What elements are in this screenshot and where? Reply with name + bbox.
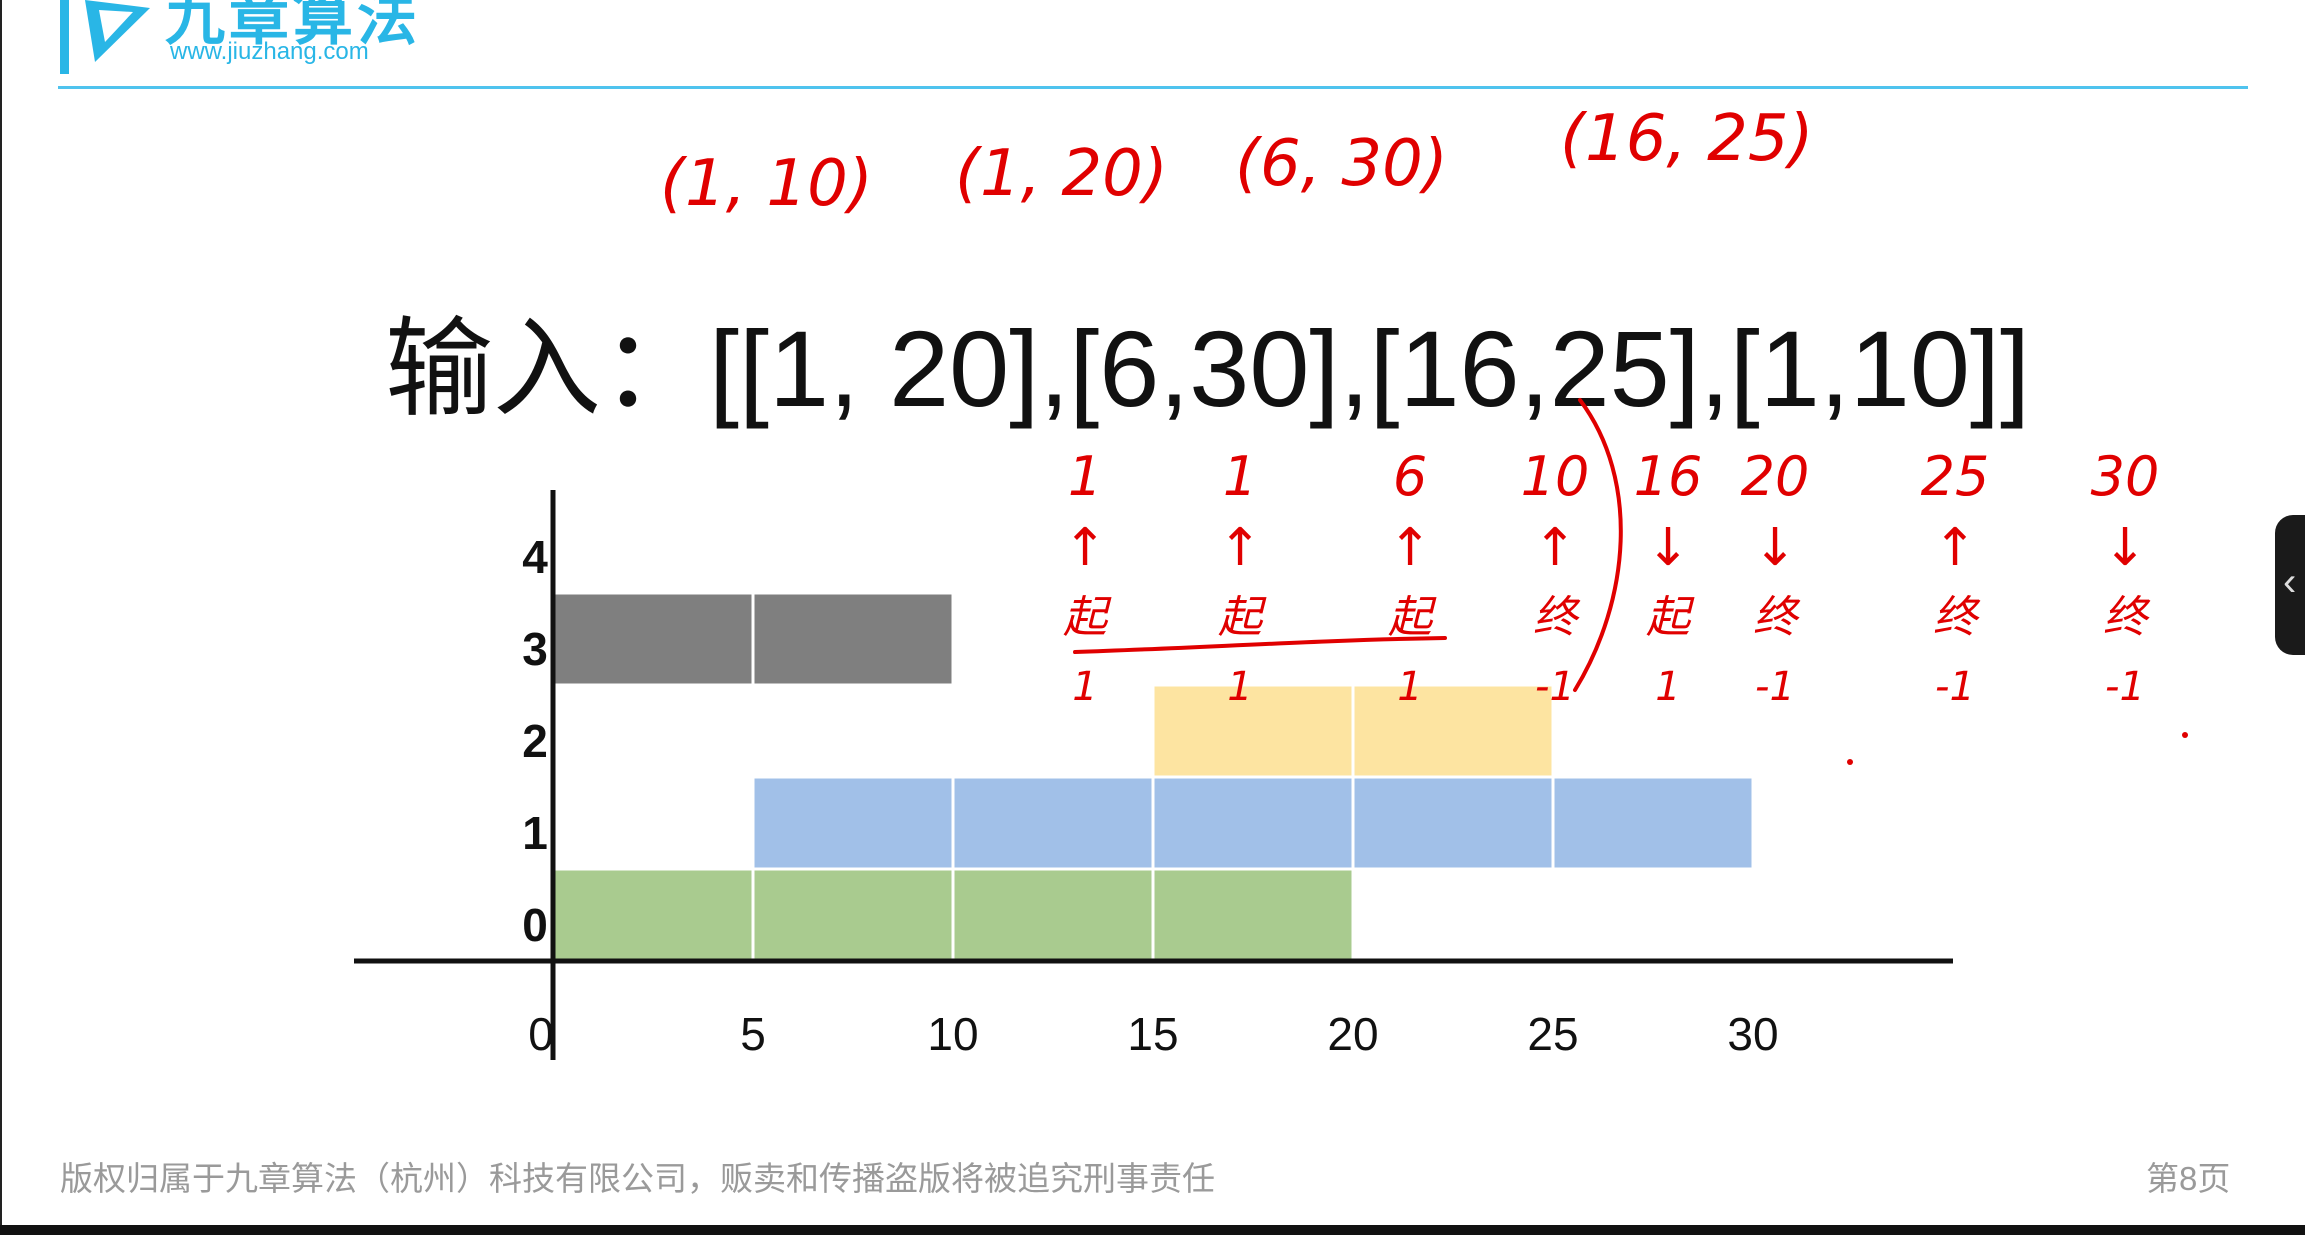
ink-interval-pair: (6, 30) [1235,127,1448,201]
ink-event-delta: 1 [1227,664,1252,710]
ink-arrow: ↑ [1388,518,1432,578]
ink-arrow: ↑ [1533,518,1577,578]
ink-arrow: ↑ [1933,518,1977,578]
ink-arrow: ↓ [2103,518,2147,578]
ink-event-value: 25 [1921,445,1990,508]
ink-interval-pair: (1, 20) [955,137,1168,211]
ink-arrow: ↓ [1646,518,1690,578]
slide: 九章算法 www.jiuzhang.com 输入：[[1, 20],[6,30]… [0,0,2305,1235]
page-number: 第8页 [2146,1160,2231,1197]
ink-arrow: ↑ [1218,518,1262,578]
ink-arrow: ↑ [1063,518,1107,578]
ink-event-kind: 终 [1533,592,1581,643]
ink-event-kind: 终 [1753,592,1801,643]
ink-event-kind: 终 [1933,592,1981,643]
ink-event-value: 1 [1068,445,1102,508]
ink-event-kind: 起 [1388,592,1437,643]
ink-event-delta: -1 [1755,664,1795,710]
ink-event-delta: -1 [1535,664,1575,710]
bottom-bar [0,1225,2305,1235]
ink-event-value: 20 [1741,445,1810,508]
ink-event-value: 10 [1521,445,1590,508]
ink-event-delta: 1 [1655,664,1680,710]
ink-event-kind: 起 [1646,592,1695,643]
ink-dot [2182,732,2188,738]
ink-interval-pair: (1, 10) [660,147,873,221]
ink-event-delta: -1 [2105,664,2145,710]
chevron-left-icon: ‹ [2283,560,2297,604]
ink-event-kind: 起 [1218,592,1267,643]
ink-arrow: ↓ [1753,518,1797,578]
ink-event-value: 16 [1634,445,1703,508]
ink-event-value: 6 [1393,445,1427,508]
side-panel-toggle[interactable]: ‹ [2275,515,2305,655]
ink-separator [1573,398,1623,692]
ink-dot [1847,759,1853,765]
copyright-notice: 版权归属于九章算法（杭州）科技有限公司，贩卖和传播盗版将被追究刑事责任 [60,1160,1215,1197]
ink-event-delta: -1 [1935,664,1975,710]
handwritten-annotations: (1, 10) (1, 20) (6, 30) (16, 25) 1↑起11↑起16↑… [660,102,2188,765]
ink-event-delta: 1 [1397,664,1422,710]
ink-event-value: 30 [2091,445,2160,508]
ink-event-kind: 终 [2103,592,2151,643]
ink-event-delta: 1 [1072,664,1097,710]
ink-event-value: 1 [1223,445,1257,508]
ink-event-kind: 起 [1063,592,1112,643]
ink-interval-pair: (16, 25) [1560,102,1814,176]
